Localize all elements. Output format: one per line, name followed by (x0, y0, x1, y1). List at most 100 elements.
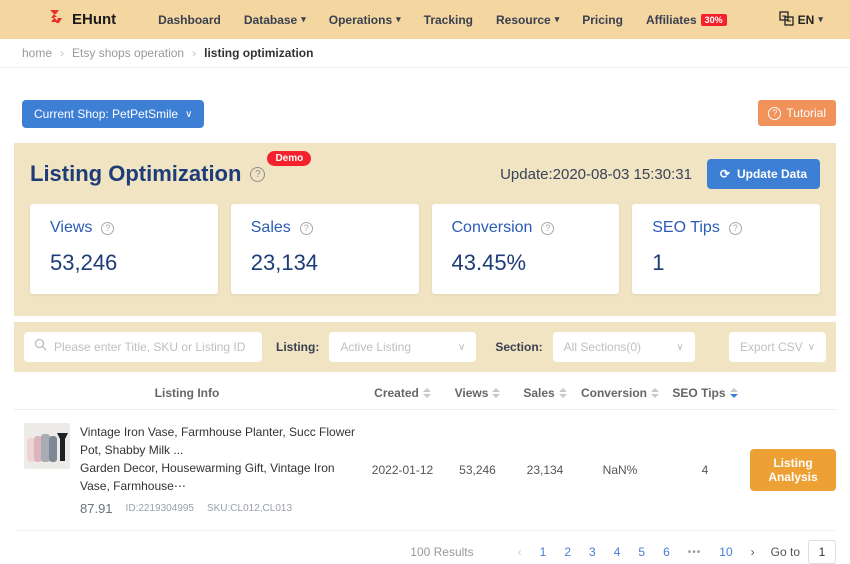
stat-label: Conversion ? (452, 219, 600, 237)
listing-filter-label: Listing: (276, 340, 320, 354)
conversion-cell: NaN% (602, 462, 638, 477)
listings-table: Listing Info Created Views Sales Convers… (14, 377, 836, 531)
stat-value: 1 (652, 250, 665, 275)
seo-tips-cell: 4 (701, 462, 709, 477)
product-thumbnail[interactable] (24, 423, 70, 469)
language-selector[interactable]: EN ▾ (778, 10, 823, 29)
chevron-right-icon: › (60, 46, 65, 60)
stat-label: Views ? (50, 219, 198, 237)
sort-icon[interactable] (558, 388, 567, 398)
stat-label: Sales ? (251, 219, 399, 237)
nav-menu: Dashboard Database ▾ Operations ▾ Tracking… (158, 13, 727, 27)
brand-name: EHunt (72, 11, 117, 28)
help-icon[interactable]: ? (299, 221, 313, 235)
column-header-created[interactable]: Created (360, 386, 445, 400)
stat-value: 53,246 (50, 250, 118, 275)
affiliates-discount-badge: 30% (700, 13, 727, 26)
chevron-down-icon: ▾ (396, 14, 401, 24)
update-data-button[interactable]: ⟳ Update Data (706, 159, 820, 189)
search-box (24, 332, 262, 362)
page-button-1[interactable]: 1 (540, 545, 547, 559)
translate-icon (778, 10, 794, 29)
help-icon[interactable]: ? (250, 166, 266, 182)
breadcrumb: home › Etsy shops operation › listing op… (0, 39, 850, 68)
sort-icon[interactable] (651, 388, 659, 398)
chevron-down-icon: ∨ (676, 341, 684, 353)
page-button-5[interactable]: 5 (638, 545, 645, 559)
update-timestamp: Update:2020-08-03 15:30:31 (500, 165, 692, 183)
page-button-4[interactable]: 4 (614, 545, 621, 559)
page-ellipsis: ••• (687, 546, 702, 558)
action-cell: Listing Analysis (750, 448, 836, 491)
chevron-down-icon: ▾ (554, 14, 560, 24)
page-button-2[interactable]: 2 (564, 545, 571, 559)
column-header-sales[interactable]: Sales (510, 386, 580, 400)
help-icon[interactable]: ? (541, 221, 555, 235)
demo-badge: Demo (267, 151, 312, 166)
chevron-down-icon: ▾ (818, 14, 823, 24)
page-title: Listing Optimization (30, 161, 242, 186)
question-circle-icon: ? (768, 106, 782, 120)
results-count: 100 Results (410, 545, 474, 559)
tutorial-button[interactable]: ? Tutorial (758, 100, 836, 126)
prev-page-button[interactable]: ‹ (518, 545, 522, 559)
top-navbar: EHunt Dashboard Database ▾ Operations ▾ Tr… (0, 0, 850, 39)
stat-card-sales: Sales ? 23,134 (230, 204, 419, 294)
page-button-10[interactable]: 10 (719, 545, 732, 559)
listing-title-line2[interactable]: Garden Decor, Housewarming Gift, Vintage… (80, 459, 360, 495)
stat-cards: Views ? 53,246 Sales ? 23,134 Conversion… (30, 204, 820, 294)
stat-card-views: Views ? 53,246 (30, 204, 218, 294)
nav-item-tracking[interactable]: Tracking (424, 13, 473, 27)
nav-item-database[interactable]: Database ▾ (244, 13, 306, 27)
brand[interactable]: EHunt (46, 7, 116, 32)
filter-bar: Listing: Active Listing ∨ Section: All S… (14, 322, 836, 372)
table-header-row: Listing Info Created Views Sales Convers… (14, 377, 836, 410)
nav-item-pricing[interactable]: Pricing (582, 13, 623, 27)
next-page-button[interactable]: › (751, 545, 755, 559)
chevron-right-icon: › (192, 46, 197, 60)
listing-title-line1[interactable]: Vintage Iron Vase, Farmhouse Planter, Su… (80, 423, 360, 459)
search-input[interactable] (54, 340, 252, 354)
help-icon[interactable]: ? (101, 221, 115, 235)
ehunt-logo-icon (46, 7, 66, 32)
section-filter-select[interactable]: All Sections(0) ∨ (552, 332, 695, 362)
stat-label: SEO Tips ? (652, 219, 800, 237)
export-csv-select[interactable]: Export CSV ∨ (729, 332, 826, 362)
sort-icon[interactable] (492, 388, 501, 398)
listing-price: 87.91 (80, 501, 113, 516)
column-header-views[interactable]: Views (445, 386, 510, 400)
listing-optimization-panel: Listing Optimization ? Demo Update:2020-… (14, 143, 836, 316)
sort-icon-active-desc[interactable] (729, 388, 738, 398)
listing-filter-select[interactable]: Active Listing ∨ (329, 332, 477, 362)
column-header-seo-tips[interactable]: SEO Tips (660, 386, 750, 400)
sales-cell: 23,134 (526, 462, 564, 477)
listing-analysis-button[interactable]: Listing Analysis (750, 448, 836, 491)
nav-item-resource[interactable]: Resource ▾ (496, 13, 559, 27)
breadcrumb-listing-optimization: listing optimization (204, 46, 314, 60)
stat-card-seo-tips: SEO Tips ? 1 (632, 204, 820, 294)
help-icon[interactable]: ? (728, 221, 742, 235)
page-button-6[interactable]: 6 (663, 545, 670, 559)
breadcrumb-etsy-shops-operation[interactable]: Etsy shops operation (72, 46, 184, 60)
listing-sku: SKU:CL012,CL013 (206, 503, 293, 514)
chevron-down-icon: ∨ (185, 108, 193, 120)
current-shop-button[interactable]: Current Shop: PetPetSmile ∨ (22, 100, 205, 128)
listing-meta: 87.91 ID:2219304995 SKU:CL012,CL013 (80, 501, 360, 516)
nav-item-dashboard[interactable]: Dashboard (158, 13, 221, 27)
page-button-3[interactable]: 3 (589, 545, 596, 559)
sort-icon[interactable] (422, 388, 431, 398)
section-filter-label: Section: (495, 340, 543, 354)
listing-info-cell: Vintage Iron Vase, Farmhouse Planter, Su… (14, 423, 360, 516)
table-row: Vintage Iron Vase, Farmhouse Planter, Su… (14, 410, 836, 531)
nav-item-operations[interactable]: Operations ▾ (329, 13, 401, 27)
panel-header: Listing Optimization ? Demo Update:2020-… (30, 151, 820, 189)
breadcrumb-home[interactable]: home (22, 46, 52, 60)
goto-page-input[interactable] (808, 540, 836, 564)
stat-card-conversion: Conversion ? 43.45% (431, 204, 620, 294)
created-cell: 2022-01-12 (371, 462, 434, 477)
column-header-conversion[interactable]: Conversion (580, 386, 660, 400)
nav-item-affiliates[interactable]: Affiliates 30% (646, 13, 727, 27)
stat-value: 43.45% (451, 250, 527, 275)
views-cell: 53,246 (459, 462, 496, 477)
stat-value: 23,134 (250, 250, 319, 275)
